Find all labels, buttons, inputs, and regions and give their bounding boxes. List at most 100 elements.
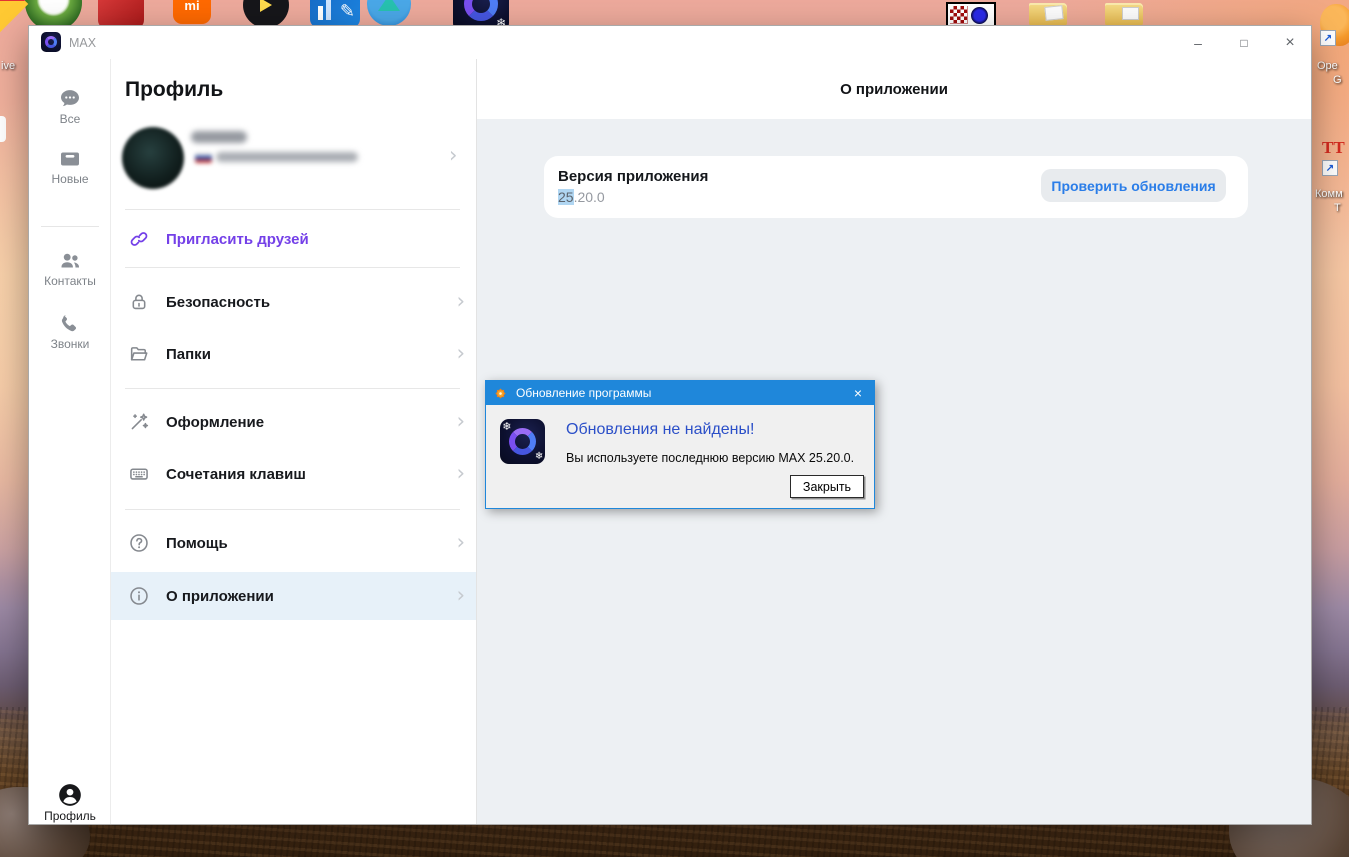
close-button[interactable]: × bbox=[1267, 26, 1313, 59]
sidebar-item-help[interactable]: Помощь › bbox=[111, 519, 476, 567]
sidebar-item-label: О приложении bbox=[166, 587, 274, 605]
sidebar-item-label: Папки bbox=[166, 345, 211, 363]
app-version-value[interactable]: 25.20.0 bbox=[558, 189, 605, 205]
desktop-icon-blue-editor[interactable]: ✎ bbox=[310, 0, 360, 28]
tray-icon bbox=[61, 152, 79, 166]
eye-icon bbox=[971, 7, 988, 24]
max-logo-ring bbox=[463, 0, 499, 22]
sidebar-divider bbox=[125, 209, 460, 210]
sidebar-item-folders[interactable]: Папки › bbox=[111, 330, 476, 378]
sidebar-item-security[interactable]: Безопасность › bbox=[111, 278, 476, 326]
snowflake-icon: ❄ bbox=[502, 421, 512, 434]
document-in-folder bbox=[1122, 7, 1139, 20]
dialog-close-action-button[interactable]: Закрыть bbox=[790, 475, 864, 498]
minimize-icon: – bbox=[1194, 34, 1202, 51]
rail-item-all[interactable]: Все bbox=[29, 87, 111, 126]
question-icon bbox=[130, 534, 148, 552]
settings-sidebar: Профиль › Пригласить друзей Безопасность bbox=[111, 59, 477, 824]
dialog-titlebar[interactable]: Обновление программы × bbox=[486, 381, 874, 405]
content-header: О приложении bbox=[477, 59, 1311, 119]
dialog-heading: Обновления не найдены! bbox=[566, 421, 755, 438]
rail-divider bbox=[41, 226, 99, 227]
update-dialog: Обновление программы × ❄ ❄ Обновления не… bbox=[485, 380, 875, 509]
link-icon bbox=[130, 232, 148, 246]
play-arrow-icon bbox=[260, 0, 272, 12]
desktop-icon-folder[interactable] bbox=[1105, 3, 1143, 26]
maximize-icon: □ bbox=[1240, 35, 1248, 50]
version-card-title: Версия приложения bbox=[558, 168, 709, 185]
person-icon bbox=[59, 784, 81, 806]
sidebar-divider bbox=[125, 388, 460, 389]
sidebar-divider bbox=[125, 267, 460, 268]
pyramid-icon bbox=[378, 0, 400, 11]
document-in-folder bbox=[1044, 5, 1064, 21]
max-logo-ring bbox=[44, 35, 58, 49]
sidebar-item-appearance[interactable]: Оформление › bbox=[111, 398, 476, 446]
rail-item-contacts[interactable]: Контакты bbox=[29, 249, 111, 288]
tt-logo-glyph: ТТ bbox=[1322, 138, 1345, 157]
avatar bbox=[122, 127, 184, 189]
sidebar-item-label: Сочетания клавиш bbox=[166, 465, 306, 483]
dialog-body-text: Вы используете последнюю версию MAX 25.2… bbox=[566, 451, 855, 465]
max-logo-ring bbox=[508, 427, 537, 456]
app-version-card: Версия приложения 25.20.0 Проверить обно… bbox=[544, 156, 1248, 218]
desktop-icon-label: Комм bbox=[1315, 188, 1343, 200]
window-titlebar[interactable]: MAX – □ × bbox=[29, 26, 1311, 59]
magic-wand-icon bbox=[131, 413, 149, 430]
phone-icon bbox=[61, 315, 77, 332]
sidebar-item-shortcuts[interactable]: Сочетания клавиш › bbox=[111, 450, 476, 498]
navigation-rail: Все Новые Контакты Звонки Профиль bbox=[29, 59, 111, 824]
desktop-icon-right-2[interactable]: ТТ bbox=[1322, 138, 1345, 158]
app-logo-icon bbox=[41, 32, 61, 52]
people-icon bbox=[61, 253, 79, 268]
desktop-icon-label: Т bbox=[1334, 202, 1341, 214]
sidebar-item-invite-friends[interactable]: Пригласить друзей bbox=[111, 215, 476, 263]
pencil-icon: ✎ bbox=[339, 1, 355, 21]
rail-item-new[interactable]: Новые bbox=[29, 147, 111, 186]
dialog-close-button[interactable]: × bbox=[842, 381, 874, 405]
chevron-right-icon: › bbox=[456, 409, 465, 433]
rail-item-label: Профиль bbox=[44, 809, 96, 823]
info-icon bbox=[130, 587, 148, 605]
window-title: MAX bbox=[69, 36, 97, 50]
chevron-right-icon: › bbox=[456, 583, 465, 607]
bar-icon bbox=[318, 6, 323, 20]
sidebar-divider bbox=[125, 509, 460, 510]
partial-desktop-element bbox=[0, 116, 6, 142]
rail-item-label: Звонки bbox=[50, 337, 90, 351]
rail-item-label: Все bbox=[59, 112, 81, 126]
maximize-button[interactable]: □ bbox=[1221, 26, 1267, 59]
rail-item-calls[interactable]: Звонки bbox=[29, 312, 111, 351]
shortcut-arrow-badge: ↗ bbox=[1322, 160, 1338, 176]
chat-bubble-icon bbox=[61, 90, 79, 107]
max-app-icon: ❄ ❄ bbox=[500, 419, 545, 464]
rail-item-profile[interactable]: Профиль bbox=[29, 782, 111, 823]
check-updates-button[interactable]: Проверить обновления bbox=[1041, 169, 1226, 202]
snowflake-icon: ❄ bbox=[534, 450, 544, 462]
sidebar-title: Профиль bbox=[125, 78, 224, 101]
version-rest-text: .20.0 bbox=[573, 189, 605, 205]
desktop-icon-folder[interactable] bbox=[1029, 3, 1067, 26]
desktop-icon-label: G bbox=[1333, 74, 1342, 86]
desktop-icon-label: Ope bbox=[1317, 60, 1338, 72]
version-selected-text: 25 bbox=[558, 189, 574, 205]
blurred-phone-number bbox=[216, 152, 358, 162]
shortcut-arrow-icon: ↗ bbox=[1325, 162, 1335, 174]
desktop-icon-mi[interactable]: mi bbox=[173, 0, 211, 24]
rail-item-label: Контакты bbox=[44, 274, 96, 288]
profile-row[interactable]: › bbox=[111, 119, 476, 199]
minimize-button[interactable]: – bbox=[1175, 26, 1221, 59]
update-sun-icon bbox=[495, 387, 506, 399]
dialog-title: Обновление программы bbox=[516, 386, 652, 400]
sidebar-item-about[interactable]: О приложении › bbox=[111, 572, 476, 620]
dialog-close-icon: × bbox=[853, 385, 863, 401]
desktop-icon-label: ive bbox=[1, 60, 16, 72]
chevron-right-icon: › bbox=[456, 461, 465, 485]
keyboard-icon bbox=[130, 468, 148, 480]
shortcut-arrow-badge: ↗ bbox=[1320, 30, 1336, 46]
mi-icon-label: mi bbox=[184, 0, 200, 13]
sidebar-item-label: Безопасность bbox=[166, 293, 271, 311]
bar-icon bbox=[326, 0, 331, 20]
blurred-country-flag bbox=[195, 152, 212, 163]
sidebar-item-label: Помощь bbox=[166, 534, 228, 552]
